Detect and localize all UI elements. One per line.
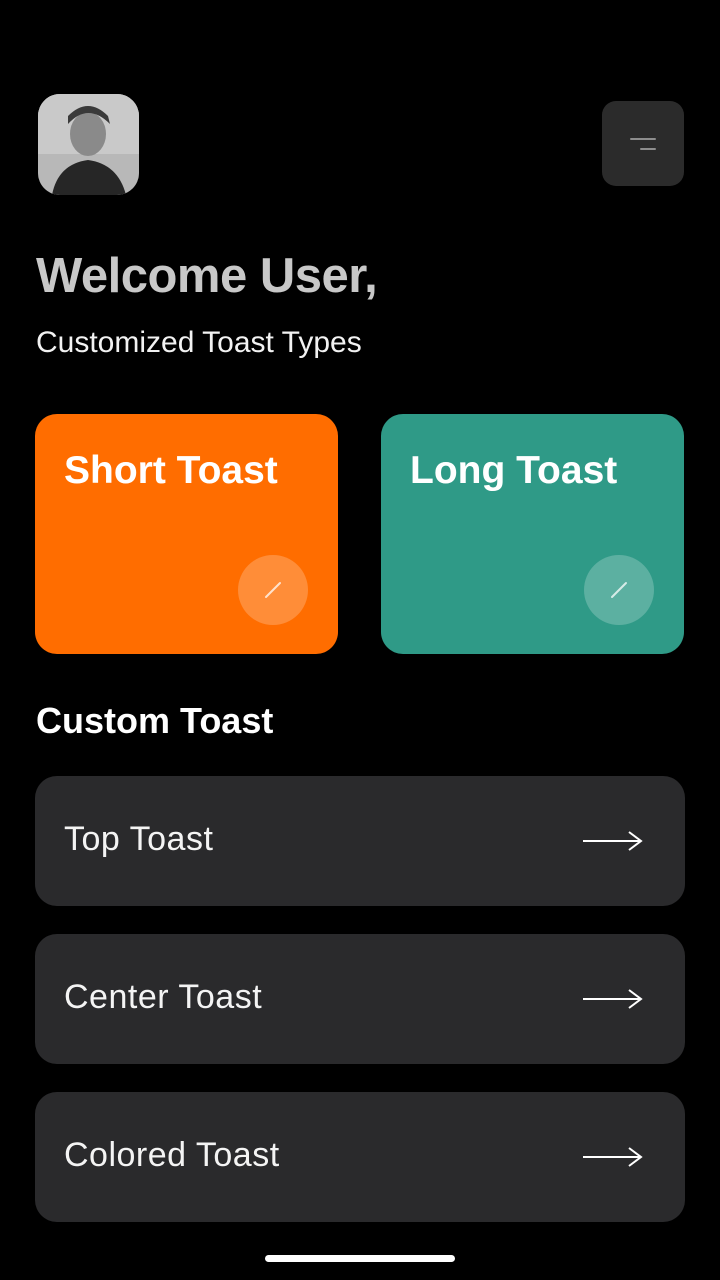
avatar[interactable] [38, 94, 139, 195]
pencil-icon [584, 555, 654, 625]
colored-toast-button[interactable]: Colored Toast [35, 1092, 685, 1222]
arrow-right-icon [583, 831, 643, 851]
short-toast-label: Short Toast [64, 449, 278, 492]
avatar-image [38, 94, 139, 195]
menu-icon [630, 137, 656, 140]
pencil-icon [238, 555, 308, 625]
menu-icon-bar [640, 147, 656, 150]
page-subtitle: Customized Toast Types [36, 326, 362, 359]
section-title: Custom Toast [36, 700, 274, 741]
menu-button[interactable] [602, 101, 684, 186]
list-item-label: Colored Toast [64, 1136, 280, 1174]
arrow-right-icon [583, 1147, 643, 1167]
long-toast-label: Long Toast [410, 449, 618, 492]
short-toast-card[interactable]: Short Toast [35, 414, 338, 654]
long-toast-card[interactable]: Long Toast [381, 414, 684, 654]
list-item-label: Top Toast [64, 820, 214, 858]
list-item-label: Center Toast [64, 978, 263, 1016]
arrow-right-icon [583, 989, 643, 1009]
top-toast-button[interactable]: Top Toast [35, 776, 685, 906]
home-indicator[interactable] [265, 1255, 455, 1262]
page-title: Welcome User, [36, 249, 378, 303]
center-toast-button[interactable]: Center Toast [35, 934, 685, 1064]
